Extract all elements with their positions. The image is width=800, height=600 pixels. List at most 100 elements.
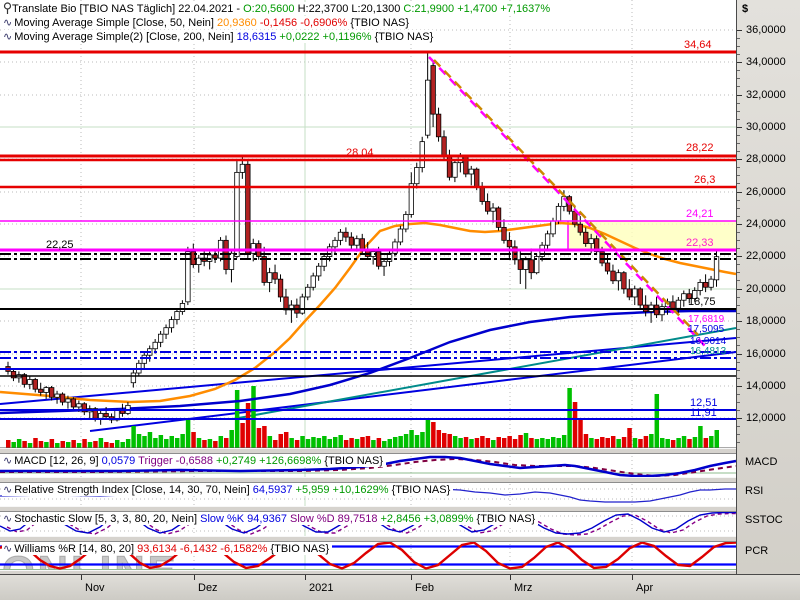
- volume-bar: [136, 434, 142, 448]
- legend-row-symbol[interactable]: Translate Bio [TBIO NAS Täglich] 22.04.2…: [2, 2, 554, 15]
- candle-body: [27, 379, 33, 385]
- volume-bar: [578, 420, 583, 448]
- candle-body: [261, 256, 267, 283]
- legend-row-macd[interactable]: ∿ MACD [12, 26, 9] 0,0579 Trigger -0,6588…: [2, 454, 387, 467]
- candle-body: [506, 239, 513, 248]
- legend-text: Translate Bio [TBIO NAS Täglich] 22.04.2…: [12, 3, 244, 15]
- legend-row-rsi[interactable]: ∿ Relative Strength Index [Close, 14, 30,…: [2, 483, 454, 496]
- candle-body: [430, 65, 436, 115]
- candle-body: [670, 301, 676, 309]
- legend-text: Williams %R [14, 80, 20]: [14, 543, 138, 555]
- volume-bar: [371, 440, 376, 448]
- volume-bar: [480, 436, 485, 448]
- candle-body: [468, 168, 474, 175]
- wave-icon: ∿: [3, 16, 13, 29]
- volume-bar: [305, 439, 311, 448]
- legend-text: Moving Average Simple [Close, 50, Nein]: [14, 17, 218, 29]
- legend-row-pcr[interactable]: ∿ Williams %R [14, 80, 20] 93,6134 -6,143…: [2, 542, 333, 555]
- legend-text: -0,6588: [175, 455, 217, 467]
- legend-row-sstoc[interactable]: ∿ Stochastic Slow [5, 3, 3, 80, 20, Nein]…: [2, 512, 539, 525]
- legend-text: -6,1432: [179, 543, 221, 555]
- legend-row-ma50[interactable]: ∿ Moving Average Simple [Close, 50, Nein]…: [2, 16, 413, 29]
- candle-body: [98, 413, 104, 419]
- legend-row-ma200[interactable]: ∿ Moving Average Simple(2) [Close, 200, N…: [2, 30, 437, 43]
- time-axis[interactable]: Nov Dez 2021 Feb Mrz Apr: [0, 574, 800, 600]
- candle-body: [54, 393, 60, 398]
- volume-bar: [322, 436, 327, 448]
- volume-bar: [382, 441, 387, 448]
- volume-bar: [22, 441, 27, 448]
- legend-text: {TBIO NAS}: [270, 543, 330, 555]
- candle-body: [495, 207, 502, 228]
- candle-body: [555, 205, 562, 222]
- volume-bar: [420, 432, 425, 448]
- volume-bar: [224, 438, 229, 448]
- candle-body: [703, 282, 709, 288]
- price-tick-label: 22,0000: [746, 250, 786, 262]
- candle-body: [103, 413, 109, 418]
- volume-bar: [638, 439, 643, 448]
- price-tick-label: 32,0000: [746, 89, 786, 101]
- volume-bar: [431, 422, 436, 448]
- price-tick: [737, 224, 742, 225]
- volume-bar: [627, 428, 632, 448]
- legend-text: Relative Strength Index [Close, 14, 30, …: [14, 484, 253, 496]
- time-tick: [305, 575, 306, 580]
- volume-bar: [692, 437, 698, 448]
- price-tick: [737, 418, 742, 419]
- candle-body: [484, 201, 491, 212]
- volume-bar: [115, 440, 120, 448]
- volume-bar: [643, 436, 649, 448]
- time-tick: [411, 575, 412, 580]
- volume-bar: [267, 436, 273, 448]
- legend-text: +0,1196%: [322, 31, 375, 43]
- volume-bar: [229, 430, 234, 448]
- volume-bar: [534, 439, 540, 448]
- candle-body: [76, 403, 82, 408]
- legend-text: +126,6698%: [259, 455, 325, 467]
- candle-body: [59, 393, 66, 403]
- level-label: 16,4813: [690, 346, 727, 357]
- price-tick: [737, 192, 742, 193]
- candle-body: [425, 79, 431, 136]
- volume-bar: [93, 441, 98, 448]
- volume-bar: [665, 439, 670, 448]
- candle-body: [588, 238, 594, 244]
- volume-bar: [60, 441, 65, 448]
- candle-body: [675, 299, 682, 309]
- candle-body: [49, 387, 55, 398]
- volume-bar: [670, 440, 676, 448]
- candle-body: [697, 282, 703, 291]
- volume-bar: [360, 437, 365, 448]
- volume-bar: [256, 428, 262, 448]
- volume-bar: [98, 438, 104, 448]
- candle-body: [708, 278, 714, 288]
- candle-body: [408, 183, 415, 215]
- candle-body: [272, 272, 278, 280]
- candle-body: [65, 398, 71, 403]
- price-tick: [737, 127, 742, 128]
- volume-bar: [196, 438, 202, 448]
- legend-text: -0,1456: [259, 17, 301, 29]
- volume-bar: [16, 439, 22, 448]
- legend-text: C:21,9900: [403, 3, 458, 15]
- level-label: 24,21: [686, 208, 714, 220]
- candle-body: [615, 272, 622, 282]
- candle-body: [157, 333, 164, 343]
- volume-bar: [354, 439, 360, 448]
- legend-text: +10,1629%: [332, 484, 392, 496]
- volume-bar: [687, 439, 692, 448]
- legend-text: +1,4700: [457, 3, 501, 15]
- volume-bar: [158, 435, 164, 448]
- volume-bar: [365, 436, 371, 448]
- legend-text: 64,5937: [252, 484, 296, 496]
- candle-body: [283, 296, 289, 311]
- volume-bar: [676, 438, 681, 448]
- level-label: 28,22: [686, 142, 714, 154]
- month-label: Feb: [415, 582, 434, 594]
- panel-label-rsi: RSI: [745, 485, 764, 497]
- volume-bar: [387, 439, 392, 448]
- volume-bar: [142, 436, 147, 448]
- volume-bar: [311, 437, 316, 448]
- price-tick-label: 36,0000: [746, 24, 786, 36]
